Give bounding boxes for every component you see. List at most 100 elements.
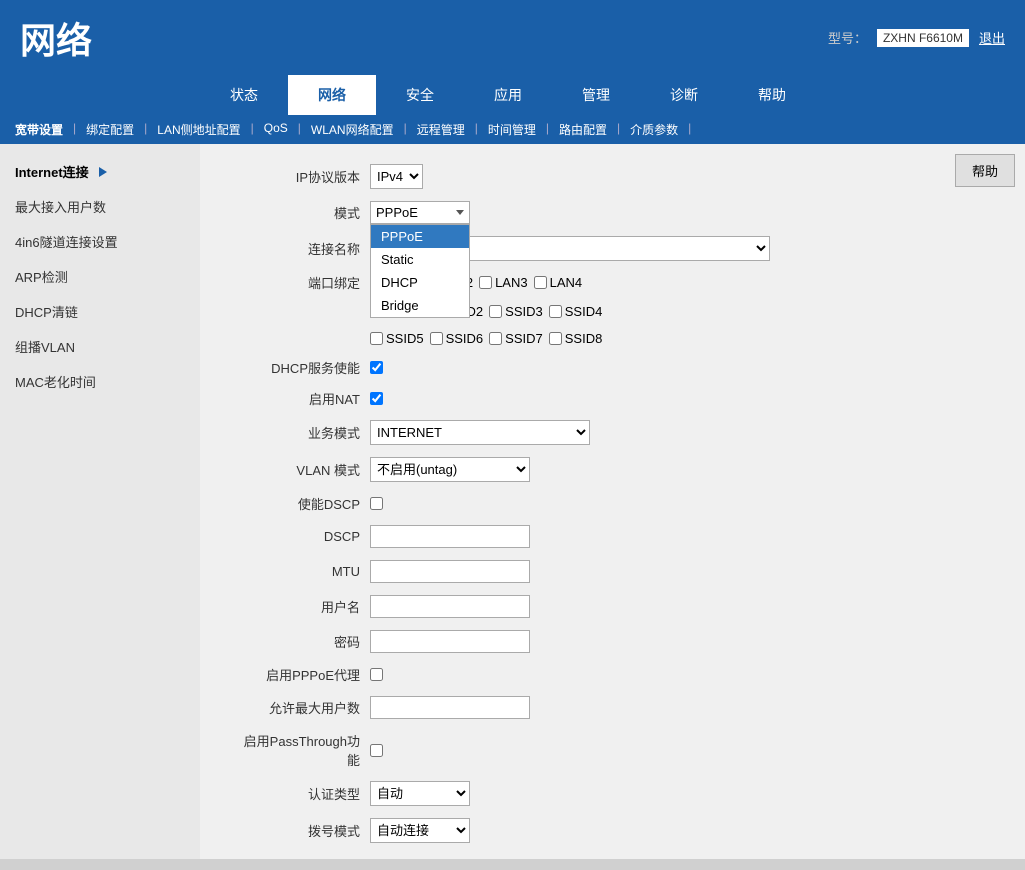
subnav-qos[interactable]: QoS bbox=[259, 121, 293, 138]
mode-option-static[interactable]: Static bbox=[371, 248, 469, 271]
model-value: ZXHN F6610M bbox=[877, 29, 969, 47]
tab-help[interactable]: 帮助 bbox=[728, 75, 816, 115]
main-layout: Internet连接 最大接入用户数 4in6隧道连接设置 ARP检测 DHCP… bbox=[0, 144, 1025, 859]
biz-mode-row: 业务模式 INTERNET bbox=[240, 420, 905, 445]
subnav-bind[interactable]: 绑定配置 bbox=[81, 121, 139, 138]
sidebar-item-4in6[interactable]: 4in6隧道连接设置 bbox=[0, 224, 200, 259]
mode-option-bridge[interactable]: Bridge bbox=[371, 294, 469, 317]
checkbox-ssid4[interactable] bbox=[549, 305, 562, 318]
top-banner-left: 网络 bbox=[20, 12, 220, 64]
max-users-input[interactable]: 4 bbox=[370, 696, 530, 719]
subnav-wlan[interactable]: WLAN网络配置 bbox=[306, 121, 399, 138]
enable-nat-row: 启用NAT bbox=[240, 389, 905, 408]
pppoe-proxy-row: 启用PPPoE代理 bbox=[240, 665, 905, 684]
dial-mode-label: 拨号模式 bbox=[240, 821, 370, 840]
arrow-icon bbox=[99, 167, 107, 177]
dial-mode-select[interactable]: 自动连接 bbox=[370, 818, 470, 843]
username-input[interactable] bbox=[370, 595, 530, 618]
passthrough-checkbox[interactable] bbox=[370, 744, 383, 757]
subnav-media[interactable]: 介质参数 bbox=[625, 121, 683, 138]
help-panel: 帮助 bbox=[945, 144, 1025, 859]
sidebar-label-dhcp-chain: DHCP清链 bbox=[15, 302, 78, 321]
enable-dscp-checkbox[interactable] bbox=[370, 497, 383, 510]
nav-tabs: 状态 网络 安全 应用 管理 诊断 帮助 bbox=[0, 75, 1025, 115]
port-ssid8[interactable]: SSID8 bbox=[549, 331, 603, 346]
port-bind-row3: SSID5 SSID6 SSID7 SSID8 bbox=[240, 331, 905, 346]
mode-dropdown-arrow bbox=[456, 210, 464, 215]
biz-mode-label: 业务模式 bbox=[240, 423, 370, 442]
tab-management[interactable]: 管理 bbox=[552, 75, 640, 115]
page-wrapper: 网络 型号： ZXHN F6610M 退出 状态 网络 安全 应用 管理 诊断 … bbox=[0, 0, 1025, 870]
auth-type-select[interactable]: 自动 PAP CHAP bbox=[370, 781, 470, 806]
tab-security[interactable]: 安全 bbox=[376, 75, 464, 115]
logout-button[interactable]: 退出 bbox=[979, 28, 1005, 47]
sidebar-item-mac-aging[interactable]: MAC老化时间 bbox=[0, 364, 200, 399]
dscp-label: DSCP bbox=[240, 529, 370, 544]
subnav-remote[interactable]: 远程管理 bbox=[412, 121, 470, 138]
port-ssid5[interactable]: SSID5 bbox=[370, 331, 424, 346]
dscp-row: DSCP bbox=[240, 525, 905, 548]
port-ssid7[interactable]: SSID7 bbox=[489, 331, 543, 346]
mode-row: 模式 PPPoE PPPoE Static DHCP Bridge bbox=[240, 201, 905, 224]
vlan-mode-select[interactable]: 不启用(untag) bbox=[370, 457, 530, 482]
dial-mode-row: 拨号模式 自动连接 bbox=[240, 818, 905, 843]
port-ssid4[interactable]: SSID4 bbox=[549, 304, 603, 319]
mtu-input[interactable]: 1480 bbox=[370, 560, 530, 583]
port-lan4[interactable]: LAN4 bbox=[534, 275, 583, 290]
subnav-broadband[interactable]: 宽带设置 bbox=[10, 121, 68, 138]
mtu-row: MTU 1480 bbox=[240, 560, 905, 583]
subnav-lan-addr[interactable]: LAN侧地址配置 bbox=[152, 121, 245, 138]
checkbox-ssid3[interactable] bbox=[489, 305, 502, 318]
mode-select-display[interactable]: PPPoE bbox=[370, 201, 470, 224]
sidebar-item-internet[interactable]: Internet连接 bbox=[0, 154, 200, 189]
sidebar-label-internet: Internet连接 bbox=[15, 162, 89, 181]
sidebar-item-multicast-vlan[interactable]: 组播VLAN bbox=[0, 329, 200, 364]
subnav-time[interactable]: 时间管理 bbox=[483, 121, 541, 138]
sidebar-item-dhcp-chain[interactable]: DHCP清链 bbox=[0, 294, 200, 329]
top-bar-right: 型号： ZXHN F6610M 退出 bbox=[828, 28, 1005, 47]
top-banner: 网络 型号： ZXHN F6610M 退出 bbox=[0, 0, 1025, 75]
enable-nat-checkbox[interactable] bbox=[370, 392, 383, 405]
checkbox-ssid7[interactable] bbox=[489, 332, 502, 345]
dscp-input[interactable] bbox=[370, 525, 530, 548]
content-with-help: IP协议版本 IPv4 IPv6 模式 PPPoE bbox=[200, 144, 1025, 859]
mode-selected-value: PPPoE bbox=[376, 205, 418, 220]
dhcp-service-checkbox[interactable] bbox=[370, 361, 383, 374]
port-lan3[interactable]: LAN3 bbox=[479, 275, 528, 290]
biz-mode-select[interactable]: INTERNET bbox=[370, 420, 590, 445]
pppoe-proxy-checkbox[interactable] bbox=[370, 668, 383, 681]
sidebar-label-max-users: 最大接入用户数 bbox=[15, 197, 106, 216]
username-label: 用户名 bbox=[240, 597, 370, 616]
mode-option-pppoe[interactable]: PPPoE bbox=[371, 225, 469, 248]
port-bind-label: 端口绑定 bbox=[240, 273, 370, 292]
conn-name-row: 连接名称 bbox=[240, 236, 905, 261]
port-ssid3[interactable]: SSID3 bbox=[489, 304, 543, 319]
checkbox-lan4[interactable] bbox=[534, 276, 547, 289]
tab-network[interactable]: 网络 bbox=[288, 75, 376, 115]
sidebar-item-max-users[interactable]: 最大接入用户数 bbox=[0, 189, 200, 224]
tab-status[interactable]: 状态 bbox=[200, 75, 288, 115]
mode-option-dhcp[interactable]: DHCP bbox=[371, 271, 469, 294]
tab-diagnosis[interactable]: 诊断 bbox=[640, 75, 728, 115]
sidebar-item-arp[interactable]: ARP检测 bbox=[0, 259, 200, 294]
enable-dscp-row: 使能DSCP bbox=[240, 494, 905, 513]
ip-protocol-label: IP协议版本 bbox=[240, 167, 370, 186]
checkbox-ssid5[interactable] bbox=[370, 332, 383, 345]
help-button[interactable]: 帮助 bbox=[955, 154, 1015, 187]
sidebar-label-arp: ARP检测 bbox=[15, 267, 68, 286]
password-label: 密码 bbox=[240, 632, 370, 651]
content-area: IP协议版本 IPv4 IPv6 模式 PPPoE bbox=[200, 144, 945, 859]
tab-application[interactable]: 应用 bbox=[464, 75, 552, 115]
model-label: 型号： bbox=[828, 28, 867, 47]
checkbox-ssid6[interactable] bbox=[430, 332, 443, 345]
ip-protocol-row: IP协议版本 IPv4 IPv6 bbox=[240, 164, 905, 189]
checkbox-ssid8[interactable] bbox=[549, 332, 562, 345]
port-bind-row2: SSID1 SSID2 SSID3 SSID4 bbox=[240, 304, 905, 319]
checkbox-lan3[interactable] bbox=[479, 276, 492, 289]
subnav-route[interactable]: 路由配置 bbox=[554, 121, 612, 138]
port-ssid6[interactable]: SSID6 bbox=[430, 331, 484, 346]
sidebar-label-4in6: 4in6隧道连接设置 bbox=[15, 232, 118, 251]
password-input[interactable] bbox=[370, 630, 530, 653]
ip-protocol-select[interactable]: IPv4 IPv6 bbox=[370, 164, 423, 189]
password-row: 密码 bbox=[240, 630, 905, 653]
